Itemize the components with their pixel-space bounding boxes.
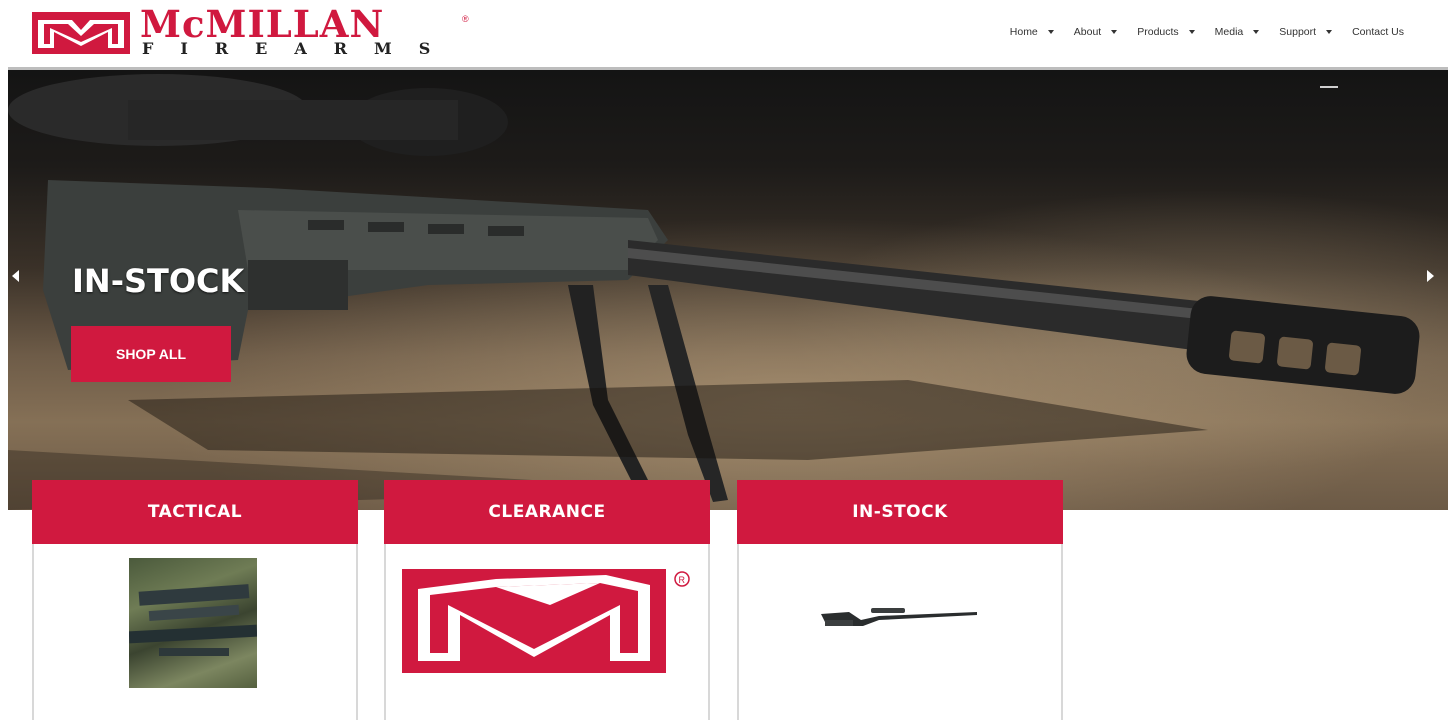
svg-text:R: R bbox=[679, 575, 686, 585]
main-nav: Home About Products Media Support Contac… bbox=[1010, 26, 1404, 38]
registered-mark: ® bbox=[462, 14, 469, 24]
chevron-right-icon[interactable] bbox=[1427, 270, 1434, 282]
category-card-in-stock[interactable]: IN-STOCK bbox=[737, 480, 1063, 720]
logo-wordmark: McMILLAN bbox=[140, 2, 385, 46]
nav-item-label: Contact Us bbox=[1352, 26, 1404, 38]
logo-mark-icon bbox=[32, 12, 130, 54]
nav-item-label: Support bbox=[1279, 26, 1317, 38]
nav-item-label: Home bbox=[1009, 26, 1038, 38]
hero-title: IN-STOCK bbox=[72, 262, 245, 300]
nav-item-about[interactable]: About bbox=[1074, 26, 1137, 38]
nav-item-products[interactable]: Products bbox=[1137, 26, 1214, 38]
caret-down-icon bbox=[1047, 30, 1054, 34]
category-card-tactical[interactable]: TACTICAL bbox=[32, 480, 358, 720]
caret-down-icon bbox=[1326, 30, 1333, 34]
chevron-left-icon[interactable] bbox=[12, 270, 19, 282]
nav-item-support[interactable]: Support bbox=[1279, 26, 1352, 38]
hero-slider: IN-STOCK SHOP ALL bbox=[8, 70, 1448, 510]
nav-item-label: About bbox=[1073, 26, 1102, 38]
mcmillan-logo[interactable]: McMILLAN ® FIREARMS bbox=[28, 4, 478, 58]
nav-item-label: Media bbox=[1214, 26, 1244, 38]
nav-item-home[interactable]: Home bbox=[1010, 26, 1074, 38]
tactical-rifle-photo[interactable] bbox=[129, 558, 257, 688]
rifle-photo[interactable] bbox=[819, 600, 979, 634]
nav-item-label: Products bbox=[1137, 26, 1179, 38]
logo-subtitle: FIREARMS bbox=[142, 39, 458, 58]
caret-down-icon bbox=[1111, 30, 1118, 34]
mcmillan-logo-mark-icon[interactable]: R bbox=[400, 565, 690, 675]
card-title[interactable]: IN-STOCK bbox=[737, 480, 1063, 544]
caret-down-icon bbox=[1253, 30, 1260, 34]
category-card-clearance[interactable]: CLEARANCE R bbox=[384, 480, 710, 720]
slide-indicator[interactable] bbox=[1320, 86, 1338, 88]
nav-item-media[interactable]: Media bbox=[1215, 26, 1280, 38]
shop-all-button[interactable]: SHOP ALL bbox=[71, 326, 231, 382]
caret-down-icon bbox=[1188, 30, 1195, 34]
nav-item-contact[interactable]: Contact Us bbox=[1352, 26, 1404, 38]
card-title[interactable]: CLEARANCE bbox=[384, 480, 710, 544]
site-header: McMILLAN ® FIREARMS Home About Products … bbox=[0, 0, 1452, 70]
card-title[interactable]: TACTICAL bbox=[32, 480, 358, 544]
